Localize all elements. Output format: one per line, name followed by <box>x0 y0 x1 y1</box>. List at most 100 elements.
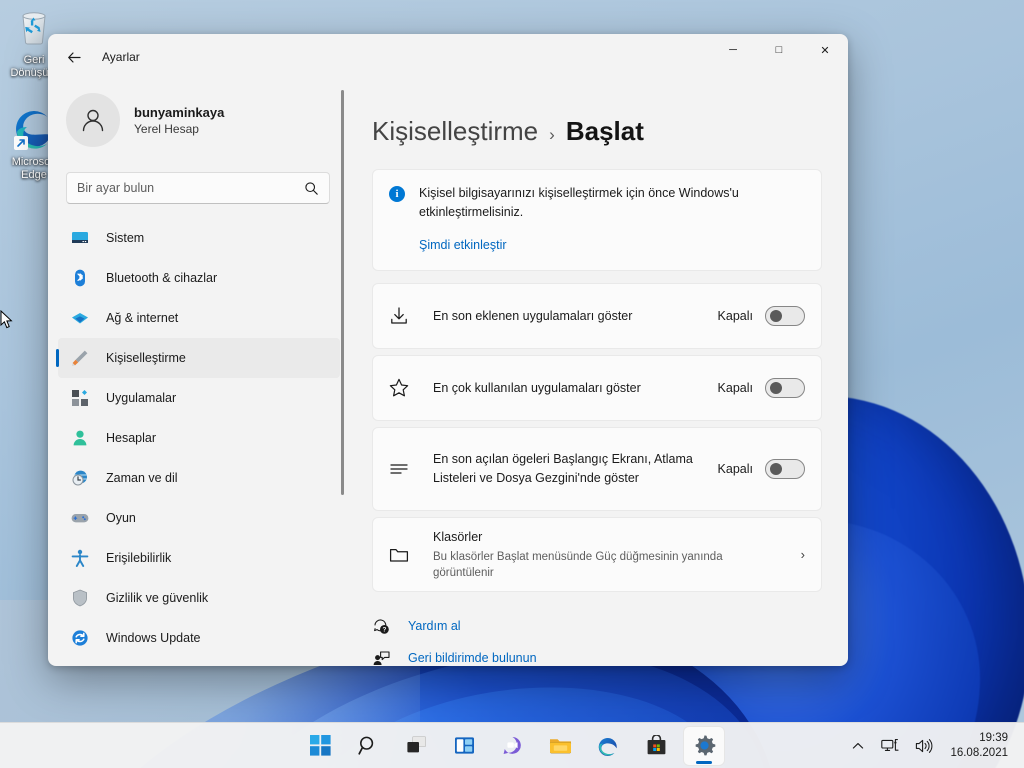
microsoft-store-icon <box>647 735 665 755</box>
clock-date: 16.08.2021 <box>950 747 1008 759</box>
widgets-icon <box>454 737 474 754</box>
footer-links: ? Yardım al Geri bildirimde bulunun <box>372 610 822 666</box>
volume-icon <box>916 739 933 753</box>
gamepad-icon <box>70 508 90 528</box>
toggle-recently-opened-items[interactable] <box>765 459 805 479</box>
help-link-label[interactable]: Yardım al <box>408 619 461 633</box>
settings-window: Ayarlar ─ □ ✕ bunyaminkaya Yerel Hesap B… <box>48 34 848 666</box>
store-button[interactable] <box>636 727 676 765</box>
navigation-scrollbar[interactable] <box>341 90 344 495</box>
sidebar-item-label: Ağ & internet <box>106 311 179 325</box>
edge-button[interactable] <box>588 727 628 765</box>
minimize-button[interactable]: ─ <box>710 34 756 66</box>
activation-info-banner: i Kişisel bilgisayarınızı kişiselleştirm… <box>372 169 822 271</box>
bluetooth-icon <box>70 268 90 288</box>
feedback-link-row[interactable]: Geri bildirimde bulunun <box>372 642 822 666</box>
sidebar-item-kisisellestirme[interactable]: Kişiselleştirme <box>56 338 340 378</box>
setting-row-most-used-apps: En çok kullanılan uygulamaları göster Ka… <box>372 355 822 421</box>
task-view-button[interactable] <box>396 727 436 765</box>
back-button[interactable] <box>58 41 90 73</box>
person-icon <box>70 428 90 448</box>
list-icon <box>387 457 411 481</box>
wifi-icon <box>70 308 90 328</box>
search-icon <box>305 181 318 195</box>
file-explorer-button[interactable] <box>540 727 580 765</box>
setting-title: Klasörler <box>433 530 483 544</box>
toggle-recently-added-apps[interactable] <box>765 306 805 326</box>
search-button[interactable] <box>348 727 388 765</box>
taskbar-buttons <box>300 726 724 765</box>
help-icon: ? <box>372 617 390 635</box>
sidebar-item-label: Uygulamalar <box>106 391 177 405</box>
maximize-button[interactable]: □ <box>756 34 802 66</box>
sidebar-item-label: Kişiselleştirme <box>106 351 186 365</box>
setting-title: En çok kullanılan uygulamaları göster <box>433 380 641 395</box>
breadcrumb-parent[interactable]: Kişiselleştirme <box>372 116 538 147</box>
toggle-state-label: Kapalı <box>717 462 753 476</box>
navigation-list: Sistem Bluetooth & cihazlar Ağ & interne… <box>48 218 348 658</box>
clock-time: 19:39 <box>979 732 1008 744</box>
setting-subtitle: Bu klasörler Başlat menüsünde Güç düğmes… <box>433 551 723 579</box>
show-hidden-icons-button[interactable] <box>846 729 870 763</box>
window-title: Ayarlar <box>102 50 140 64</box>
volume-button[interactable] <box>910 729 938 763</box>
sidebar-item-label: Erişilebilirlik <box>106 551 172 565</box>
folder-icon <box>387 543 411 567</box>
close-button[interactable]: ✕ <box>802 34 848 66</box>
clock-globe-icon <box>70 468 90 488</box>
start-button[interactable] <box>300 727 340 765</box>
window-titlebar[interactable]: Ayarlar ─ □ ✕ <box>48 34 848 80</box>
sidebar-item-erisilebilirlik[interactable]: Erişilebilirlik <box>58 538 340 578</box>
clock[interactable]: 19:39 16.08.2021 <box>944 731 1016 761</box>
activate-now-link[interactable]: Şimdi etkinleştir <box>419 238 507 252</box>
gear-icon <box>695 735 715 756</box>
chat-button[interactable] <box>492 727 532 765</box>
account-type: Yerel Hesap <box>134 121 199 136</box>
svg-text:?: ? <box>382 626 386 633</box>
toggle-state-label: Kapalı <box>717 381 753 395</box>
sidebar-item-uygulamalar[interactable]: Uygulamalar <box>58 378 340 418</box>
widgets-button[interactable] <box>444 727 484 765</box>
sidebar-item-label: Gizlilik ve güvenlik <box>106 591 209 605</box>
feedback-link-label[interactable]: Geri bildirimde bulunun <box>408 651 537 665</box>
info-icon: i <box>389 186 405 202</box>
sidebar-item-bluetooth-cihazlar[interactable]: Bluetooth & cihazlar <box>58 258 340 298</box>
search-input[interactable] <box>77 181 304 195</box>
account-name: bunyaminkaya <box>134 104 225 120</box>
account-header[interactable]: bunyaminkaya Yerel Hesap <box>48 80 348 150</box>
settings-button[interactable] <box>684 726 724 765</box>
sidebar-item-label: Bluetooth & cihazlar <box>106 271 218 285</box>
sidebar-item-label: Hesaplar <box>106 431 157 445</box>
sidebar-item-ag-internet[interactable]: Ağ & internet <box>58 298 340 338</box>
person-avatar-icon <box>82 109 104 132</box>
accessibility-icon <box>70 548 90 568</box>
sidebar-item-windows-update[interactable]: Windows Update <box>58 618 340 658</box>
toggle-most-used-apps[interactable] <box>765 378 805 398</box>
search-box[interactable] <box>66 172 330 204</box>
system-tray: 19:39 16.08.2021 <box>846 723 1016 768</box>
setting-row-folders[interactable]: Klasörler Bu klasörler Başlat menüsünde … <box>372 517 822 592</box>
sidebar-item-gizlilik-ve-guvenlik[interactable]: Gizlilik ve güvenlik <box>58 578 340 618</box>
update-icon <box>70 628 90 648</box>
edge-icon <box>598 737 617 756</box>
page-title: Başlat <box>565 116 644 146</box>
back-arrow-icon <box>67 51 81 63</box>
search-icon <box>357 736 373 755</box>
chevron-up-icon <box>853 743 864 749</box>
sidebar-item-label: Oyun <box>106 511 136 525</box>
help-link-row[interactable]: ? Yardım al <box>372 610 822 642</box>
sidebar-item-hesaplar[interactable]: Hesaplar <box>58 418 340 458</box>
toggle-state-label: Kapalı <box>717 309 753 323</box>
sidebar-item-oyun[interactable]: Oyun <box>58 498 340 538</box>
sidebar-item-sistem[interactable]: Sistem <box>58 218 340 258</box>
star-icon <box>387 376 411 400</box>
download-icon <box>387 304 411 328</box>
chat-icon <box>503 737 521 754</box>
setting-row-recently-added-apps: En son eklenen uygulamaları göster Kapal… <box>372 283 822 349</box>
setting-title: En son eklenen uygulamaları göster <box>433 308 633 323</box>
chevron-right-icon: › <box>800 547 805 562</box>
window-controls: ─ □ ✕ <box>710 34 848 66</box>
network-button[interactable] <box>876 729 904 763</box>
mouse-cursor <box>0 310 13 329</box>
sidebar-item-zaman-ve-dil[interactable]: Zaman ve dil <box>58 458 340 498</box>
